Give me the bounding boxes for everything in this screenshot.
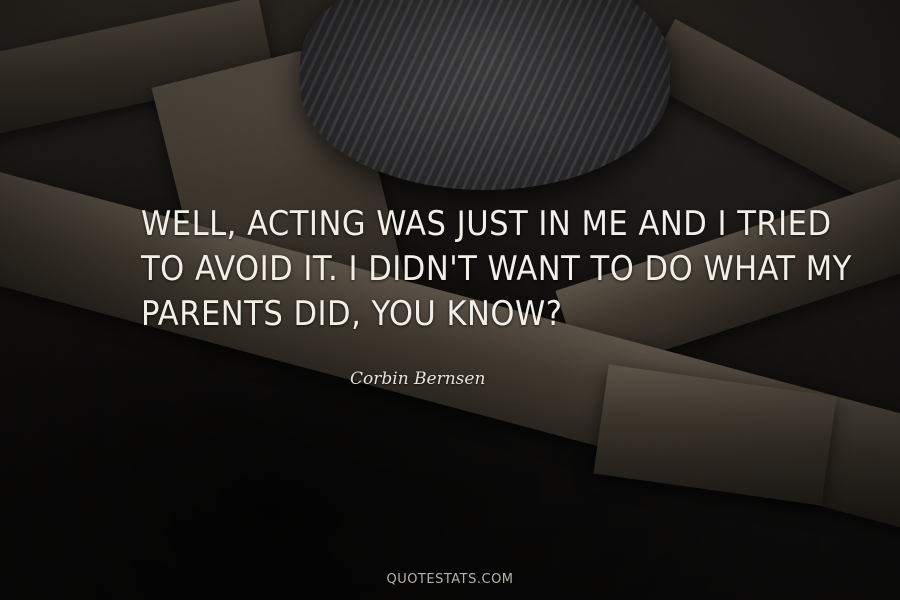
quote-text: Well, acting was just in me and I tried …: [141, 202, 852, 337]
quote-line: to avoid it. I didn't want to do what my: [141, 249, 852, 289]
quote-line: Well, acting was just in me and I tried: [141, 204, 832, 244]
quote-author: Corbin Bernsen: [350, 369, 486, 389]
site-watermark: QUOTESTATS.COM: [386, 572, 514, 587]
quote-line: parents did, you know?: [141, 294, 563, 334]
quote-image: Well, acting was just in me and I tried …: [0, 0, 900, 600]
